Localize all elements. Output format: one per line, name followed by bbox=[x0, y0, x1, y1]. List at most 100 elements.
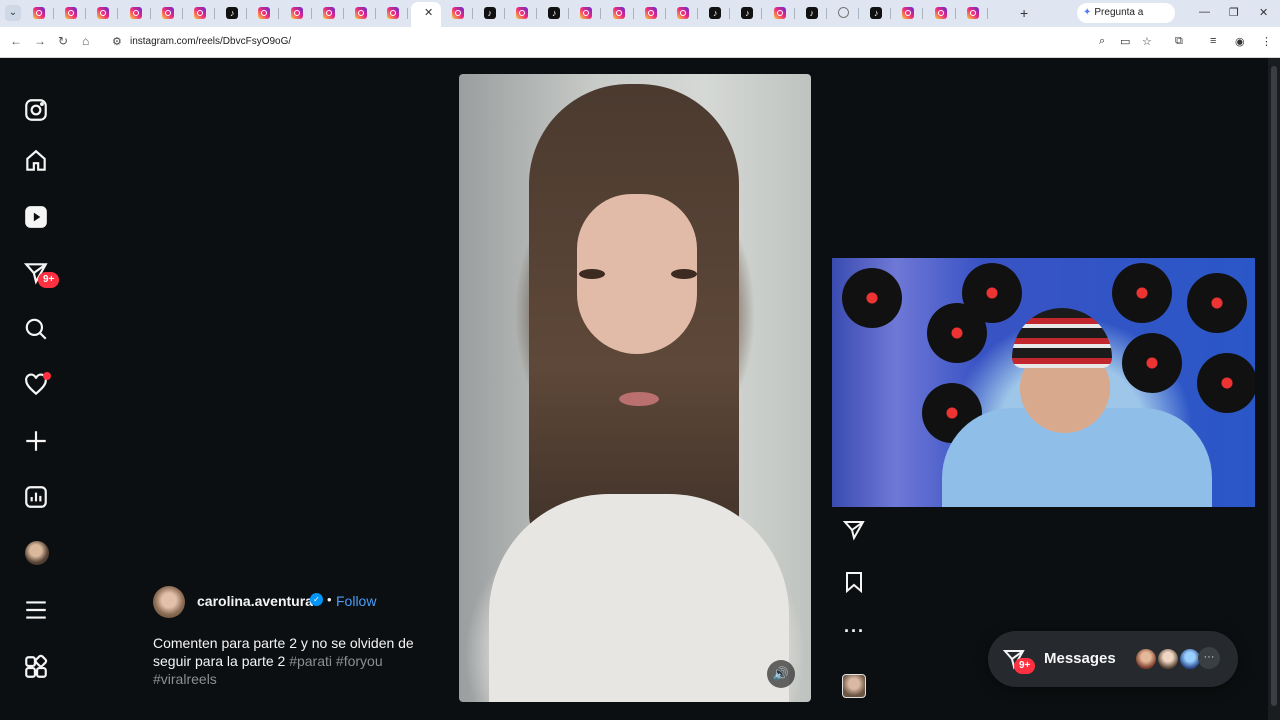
chrome-menu-icon[interactable]: ⋮ bbox=[1261, 35, 1272, 48]
close-tab-icon[interactable]: ✕ bbox=[424, 6, 433, 19]
browser-tab[interactable] bbox=[321, 5, 337, 21]
reel-figure-sweater bbox=[489, 494, 789, 702]
messages-bubble-badge: 9+ bbox=[1014, 658, 1036, 674]
menu-icon[interactable] bbox=[22, 596, 50, 624]
forward-button[interactable]: → bbox=[34, 34, 46, 48]
extensions-icon[interactable]: ⧉ bbox=[1175, 35, 1183, 48]
audio-thumbnail[interactable] bbox=[842, 674, 866, 698]
gemini-button[interactable]: ✦Pregunta a Gemini bbox=[1077, 3, 1175, 38]
browser-tab[interactable]: ♪ bbox=[739, 5, 755, 21]
save-icon[interactable] bbox=[840, 568, 868, 596]
tab-separator bbox=[664, 8, 666, 19]
browser-tab[interactable]: ♪ bbox=[707, 5, 723, 21]
browser-tab[interactable] bbox=[836, 5, 852, 21]
home-button[interactable]: ⌂ bbox=[82, 34, 89, 48]
author-username[interactable]: carolina.aventura bbox=[197, 593, 313, 609]
browser-tab[interactable] bbox=[514, 5, 530, 21]
hashtag-link[interactable]: #parati bbox=[289, 653, 332, 669]
instagram-favicon-icon bbox=[644, 7, 657, 19]
tab-separator bbox=[825, 8, 827, 19]
browser-tab[interactable] bbox=[128, 5, 144, 21]
volume-button[interactable]: 🔊 bbox=[767, 660, 795, 688]
browser-tab[interactable] bbox=[63, 5, 79, 21]
cast-icon[interactable]: ▭ bbox=[1120, 35, 1130, 48]
reload-button[interactable]: ↻ bbox=[58, 34, 68, 48]
tab-separator bbox=[375, 8, 376, 19]
tab-separator bbox=[793, 8, 795, 19]
tiktok-favicon-icon: ♪ bbox=[870, 7, 883, 19]
browser-tab[interactable] bbox=[611, 5, 627, 21]
browser-tab[interactable] bbox=[385, 5, 401, 21]
minimize-button[interactable]: — bbox=[1199, 6, 1210, 18]
reading-list-icon[interactable]: ≡ bbox=[1210, 35, 1216, 47]
browser-tab[interactable]: ♪ bbox=[224, 5, 240, 21]
browser-tab[interactable] bbox=[933, 5, 949, 21]
browser-tab[interactable]: ♪ bbox=[804, 5, 820, 21]
browser-tab[interactable] bbox=[256, 5, 272, 21]
browser-tab[interactable]: ♪ bbox=[482, 5, 498, 21]
create-icon[interactable] bbox=[22, 427, 50, 455]
browser-tab[interactable] bbox=[353, 5, 369, 21]
site-info-icon[interactable]: ⚙ bbox=[112, 35, 122, 48]
tiktok-favicon-icon: ♪ bbox=[709, 7, 722, 19]
browser-tab[interactable] bbox=[643, 5, 659, 21]
more-apps-icon[interactable] bbox=[22, 653, 50, 681]
browser-tab[interactable]: ♪ bbox=[546, 5, 562, 21]
search-icon[interactable] bbox=[22, 315, 50, 343]
address-bar[interactable]: ⚙ instagram.com/reels/DbvcFsyO9oG/ bbox=[104, 31, 1164, 53]
tab-separator bbox=[471, 8, 473, 19]
messages-bubble[interactable]: 9+ Messages ··· bbox=[988, 631, 1238, 687]
reel-video[interactable]: 🔊 bbox=[459, 74, 811, 702]
reel-caption: Comenten para parte 2 y no se olviden de… bbox=[153, 634, 433, 688]
conversation-avatar bbox=[1134, 647, 1158, 671]
profile-icon[interactable]: ◉ bbox=[1235, 35, 1245, 48]
dashboard-icon[interactable] bbox=[22, 483, 50, 511]
reels-icon[interactable] bbox=[22, 203, 50, 231]
instagram-favicon-icon bbox=[387, 7, 400, 19]
instagram-favicon-icon bbox=[33, 7, 45, 19]
hashtag-link[interactable]: #viralreels bbox=[153, 671, 217, 687]
browser-tab[interactable] bbox=[450, 5, 466, 21]
background-vinyl bbox=[962, 263, 1022, 323]
new-tab-button[interactable]: + bbox=[1020, 5, 1028, 21]
close-window-button[interactable]: ✕ bbox=[1259, 6, 1268, 19]
follow-button[interactable]: Follow bbox=[336, 593, 376, 609]
browser-tab[interactable] bbox=[160, 5, 176, 21]
verified-badge-icon: ✓ bbox=[310, 593, 323, 606]
browser-tab[interactable] bbox=[965, 5, 981, 21]
more-options-icon[interactable]: ··· bbox=[844, 621, 865, 642]
bookmark-star-icon[interactable]: ☆ bbox=[1142, 35, 1152, 48]
background-vinyl bbox=[842, 268, 902, 328]
tab-separator bbox=[536, 8, 537, 19]
browser-tab[interactable] bbox=[900, 5, 916, 21]
browser-tab[interactable] bbox=[675, 5, 691, 21]
instagram-favicon-icon bbox=[902, 7, 915, 19]
page-scrollbar[interactable] bbox=[1268, 58, 1280, 720]
author-avatar[interactable] bbox=[153, 586, 185, 618]
home-icon[interactable] bbox=[22, 147, 50, 175]
browser-tab[interactable]: ♪ bbox=[868, 5, 884, 21]
zoom-icon[interactable]: ⌕ bbox=[1099, 35, 1105, 48]
more-conversations-icon[interactable]: ··· bbox=[1198, 647, 1220, 669]
browser-tab[interactable] bbox=[578, 5, 594, 21]
pip-video[interactable] bbox=[832, 258, 1255, 507]
back-button[interactable]: ← bbox=[10, 34, 22, 48]
browser-tab[interactable] bbox=[95, 5, 111, 21]
reel-figure-lips bbox=[619, 392, 659, 406]
gemini-spark-icon: ✦ bbox=[1083, 7, 1092, 18]
hashtag-link[interactable]: #foryou bbox=[336, 653, 383, 669]
restore-button[interactable]: ❐ bbox=[1229, 6, 1239, 19]
background-vinyl bbox=[1187, 273, 1247, 333]
browser-tab-strip: ⌄ ♪ ♪ ♪ ♪ ♪ ♪ ♪ ✕ + ✦Pregunta a Gemini — ❐ ✕ bbox=[0, 0, 1280, 38]
share-icon[interactable] bbox=[840, 516, 868, 544]
tab-search-button[interactable]: ⌄ bbox=[5, 5, 21, 21]
instagram-favicon-icon bbox=[966, 7, 979, 19]
browser-tab[interactable] bbox=[192, 5, 208, 21]
browser-tab[interactable] bbox=[772, 5, 788, 21]
browser-tab[interactable] bbox=[289, 5, 305, 21]
scrollbar-thumb[interactable] bbox=[1271, 66, 1277, 706]
browser-tab[interactable] bbox=[31, 5, 47, 21]
profile-avatar[interactable] bbox=[25, 541, 49, 565]
instagram-logo-icon[interactable] bbox=[22, 96, 50, 124]
tab-separator bbox=[922, 8, 924, 19]
